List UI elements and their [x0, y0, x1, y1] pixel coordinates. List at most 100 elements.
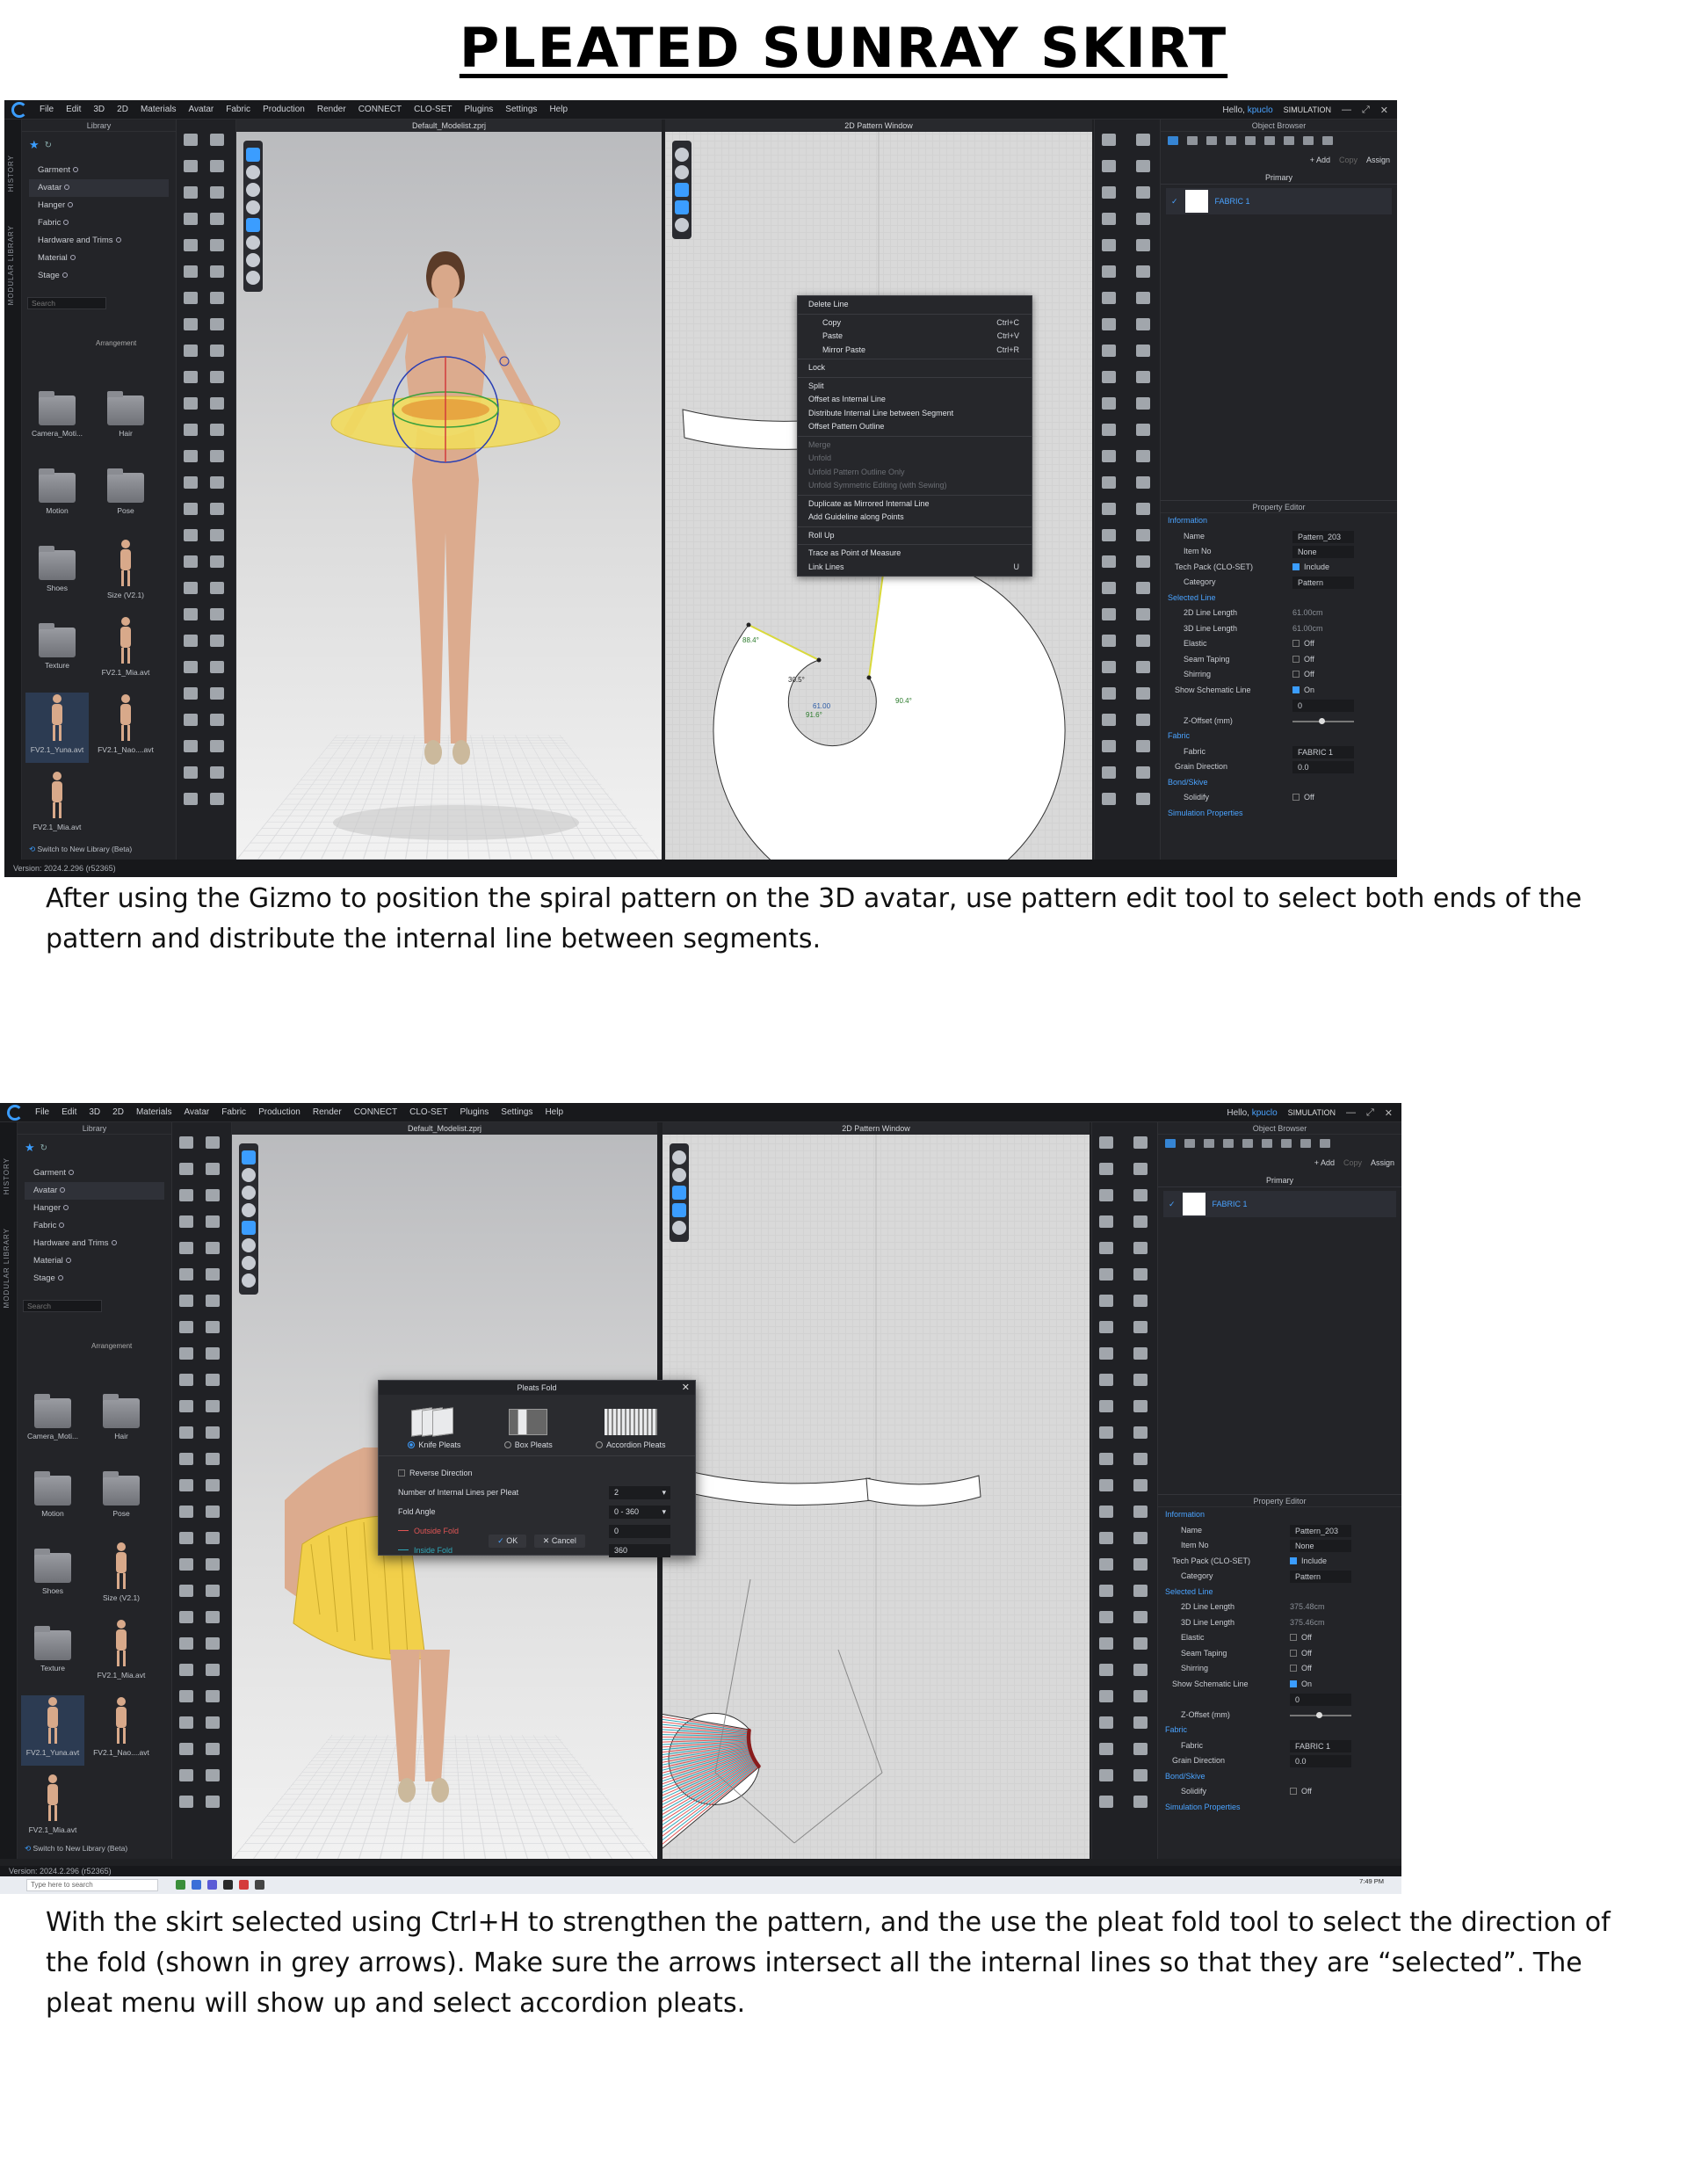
tool-icon[interactable]	[1102, 793, 1116, 805]
tool-icon[interactable]	[210, 371, 224, 383]
property-row[interactable]: Z-Offset (mm)	[1161, 714, 1397, 729]
tool-icon[interactable]	[206, 1189, 220, 1201]
menu-item[interactable]: 2D	[112, 1107, 124, 1117]
tool-icon[interactable]	[1102, 529, 1116, 541]
library-item[interactable]: Shoes	[21, 1541, 84, 1611]
tool-icon[interactable]	[184, 529, 198, 541]
tool-icon[interactable]	[1102, 213, 1116, 225]
property-row[interactable]: Seam Taping Off	[1158, 1646, 1401, 1662]
tool-icon[interactable]	[1136, 608, 1150, 620]
tool-icon[interactable]	[206, 1716, 220, 1729]
menu-item[interactable]: 3D	[89, 1107, 100, 1117]
menu-item[interactable]: Plugins	[460, 1107, 489, 1117]
tool-icon[interactable]	[1102, 582, 1116, 594]
tool-icon[interactable]	[1099, 1506, 1113, 1518]
tool-icon[interactable]	[210, 476, 224, 489]
library-item[interactable]: Size (V2.1)	[94, 538, 157, 608]
menu-item[interactable]: Edit	[66, 105, 81, 114]
tool-icon[interactable]	[206, 1268, 220, 1281]
property-row[interactable]: Show Schematic Line On	[1158, 1677, 1401, 1693]
tool-icon[interactable]	[206, 1637, 220, 1650]
tool-icon[interactable]	[179, 1400, 193, 1412]
tool-icon[interactable]	[179, 1532, 193, 1544]
property-value[interactable]: Off	[1292, 636, 1314, 652]
copy-button[interactable]: Copy	[1343, 1158, 1362, 1167]
tool-icon[interactable]	[179, 1479, 193, 1491]
internal-pleat-line[interactable]	[662, 1736, 749, 1738]
menu-item[interactable]: Production	[263, 105, 305, 114]
tool-icon[interactable]	[1099, 1347, 1113, 1360]
tool-icon[interactable]	[184, 134, 198, 146]
switch-library-link[interactable]: ⟲ Switch to New Library (Beta)	[29, 845, 132, 854]
tool-icon[interactable]	[206, 1453, 220, 1465]
cancel-button[interactable]: ✕ Cancel	[533, 1535, 585, 1548]
tool-icon[interactable]	[1136, 213, 1150, 225]
menu-item[interactable]: CLO-SET	[409, 1107, 447, 1117]
tool-icon[interactable]	[1133, 1321, 1148, 1333]
tool-icon[interactable]	[184, 608, 198, 620]
context-menu-item[interactable]: Unfold	[798, 452, 1032, 466]
tool-icon[interactable]	[179, 1426, 193, 1439]
tool-icon[interactable]	[1133, 1189, 1148, 1201]
tool-icon[interactable]	[1099, 1321, 1113, 1333]
context-menu-item[interactable]: Distribute Internal Line between Segment	[798, 407, 1032, 421]
tool-icon[interactable]	[1099, 1215, 1113, 1228]
property-value[interactable]: 0	[1292, 700, 1354, 712]
tool-icon[interactable]	[206, 1426, 220, 1439]
tool-icon[interactable]	[206, 1374, 220, 1386]
property-row[interactable]: Seam Taping Off	[1161, 652, 1397, 668]
tool-icon[interactable]	[210, 793, 224, 805]
menu-item[interactable]: Avatar	[185, 1107, 210, 1117]
tool-icon[interactable]	[1099, 1796, 1113, 1808]
tool-icon[interactable]	[206, 1479, 220, 1491]
tool-icon[interactable]	[206, 1532, 220, 1544]
simulation-mode-dropdown[interactable]: SIMULATION	[1288, 1108, 1336, 1117]
switch-library-link[interactable]: ⟲ Switch to New Library (Beta)	[25, 1844, 127, 1854]
menu-item[interactable]: Production	[258, 1107, 300, 1117]
context-menu-item[interactable]: Paste Ctrl+V	[798, 330, 1032, 344]
tool-icon[interactable]	[1102, 371, 1116, 383]
context-menu-item[interactable]: Mirror Paste Ctrl+R	[798, 344, 1032, 358]
tool-icon[interactable]	[179, 1374, 193, 1386]
tool-icon[interactable]	[1102, 766, 1116, 779]
tool-icon[interactable]	[1133, 1163, 1148, 1175]
property-row[interactable]: Item No None	[1158, 1538, 1401, 1554]
context-menu-item[interactable]: Unfold Symmetric Editing (with Sewing)	[798, 479, 1032, 493]
property-row[interactable]: Solidify Off	[1161, 790, 1397, 806]
tool-icon[interactable]	[1136, 239, 1150, 251]
history-tab[interactable]: HISTORY	[7, 155, 15, 192]
tool-icon[interactable]	[210, 160, 224, 172]
app-icon[interactable]	[207, 1880, 217, 1890]
tool-icon[interactable]	[1099, 1637, 1113, 1650]
property-value[interactable]: 0.0	[1290, 1755, 1351, 1767]
tool-icon[interactable]	[1136, 265, 1150, 278]
2d-pattern-window[interactable]: 2D Pattern Window 88.4° 30.5° 61.00 91.6…	[665, 120, 1092, 860]
library-item[interactable]: FV2.1_Nao....avt	[90, 1695, 153, 1766]
tool-icon[interactable]	[179, 1136, 193, 1149]
menu-item[interactable]: File	[35, 1107, 49, 1117]
context-menu-item[interactable]: Duplicate as Mirrored Internal Line	[798, 497, 1032, 512]
tool-icon[interactable]	[1099, 1690, 1113, 1702]
knife-pleats-option[interactable]: Knife Pleats	[408, 1407, 460, 1455]
tool-icon[interactable]	[1136, 450, 1150, 462]
tool-icon[interactable]	[210, 503, 224, 515]
tool-icon[interactable]	[1102, 265, 1116, 278]
tool-icon[interactable]	[179, 1242, 193, 1254]
tool-icon[interactable]	[1136, 529, 1150, 541]
pattern-point[interactable]	[757, 1764, 761, 1768]
library-tree-item[interactable]: Avatar	[25, 1182, 164, 1200]
library-tree-item[interactable]: Hanger	[25, 1200, 164, 1217]
library-item[interactable]: Texture	[21, 1618, 84, 1688]
menu-item[interactable]: Render	[313, 1107, 342, 1117]
property-value[interactable]: On	[1292, 683, 1314, 699]
property-value[interactable]: Off	[1290, 1784, 1312, 1800]
tool-icon[interactable]	[1099, 1400, 1113, 1412]
property-value[interactable]: Off	[1290, 1630, 1312, 1646]
tool-icon[interactable]	[1099, 1611, 1113, 1623]
tool-icon[interactable]	[1136, 714, 1150, 726]
tool-icon[interactable]	[179, 1189, 193, 1201]
tool-icon[interactable]	[179, 1453, 193, 1465]
tool-icon[interactable]	[1102, 134, 1116, 146]
library-tree-item[interactable]: Hardware and Trims	[25, 1235, 164, 1252]
tool-icon[interactable]	[210, 397, 224, 410]
